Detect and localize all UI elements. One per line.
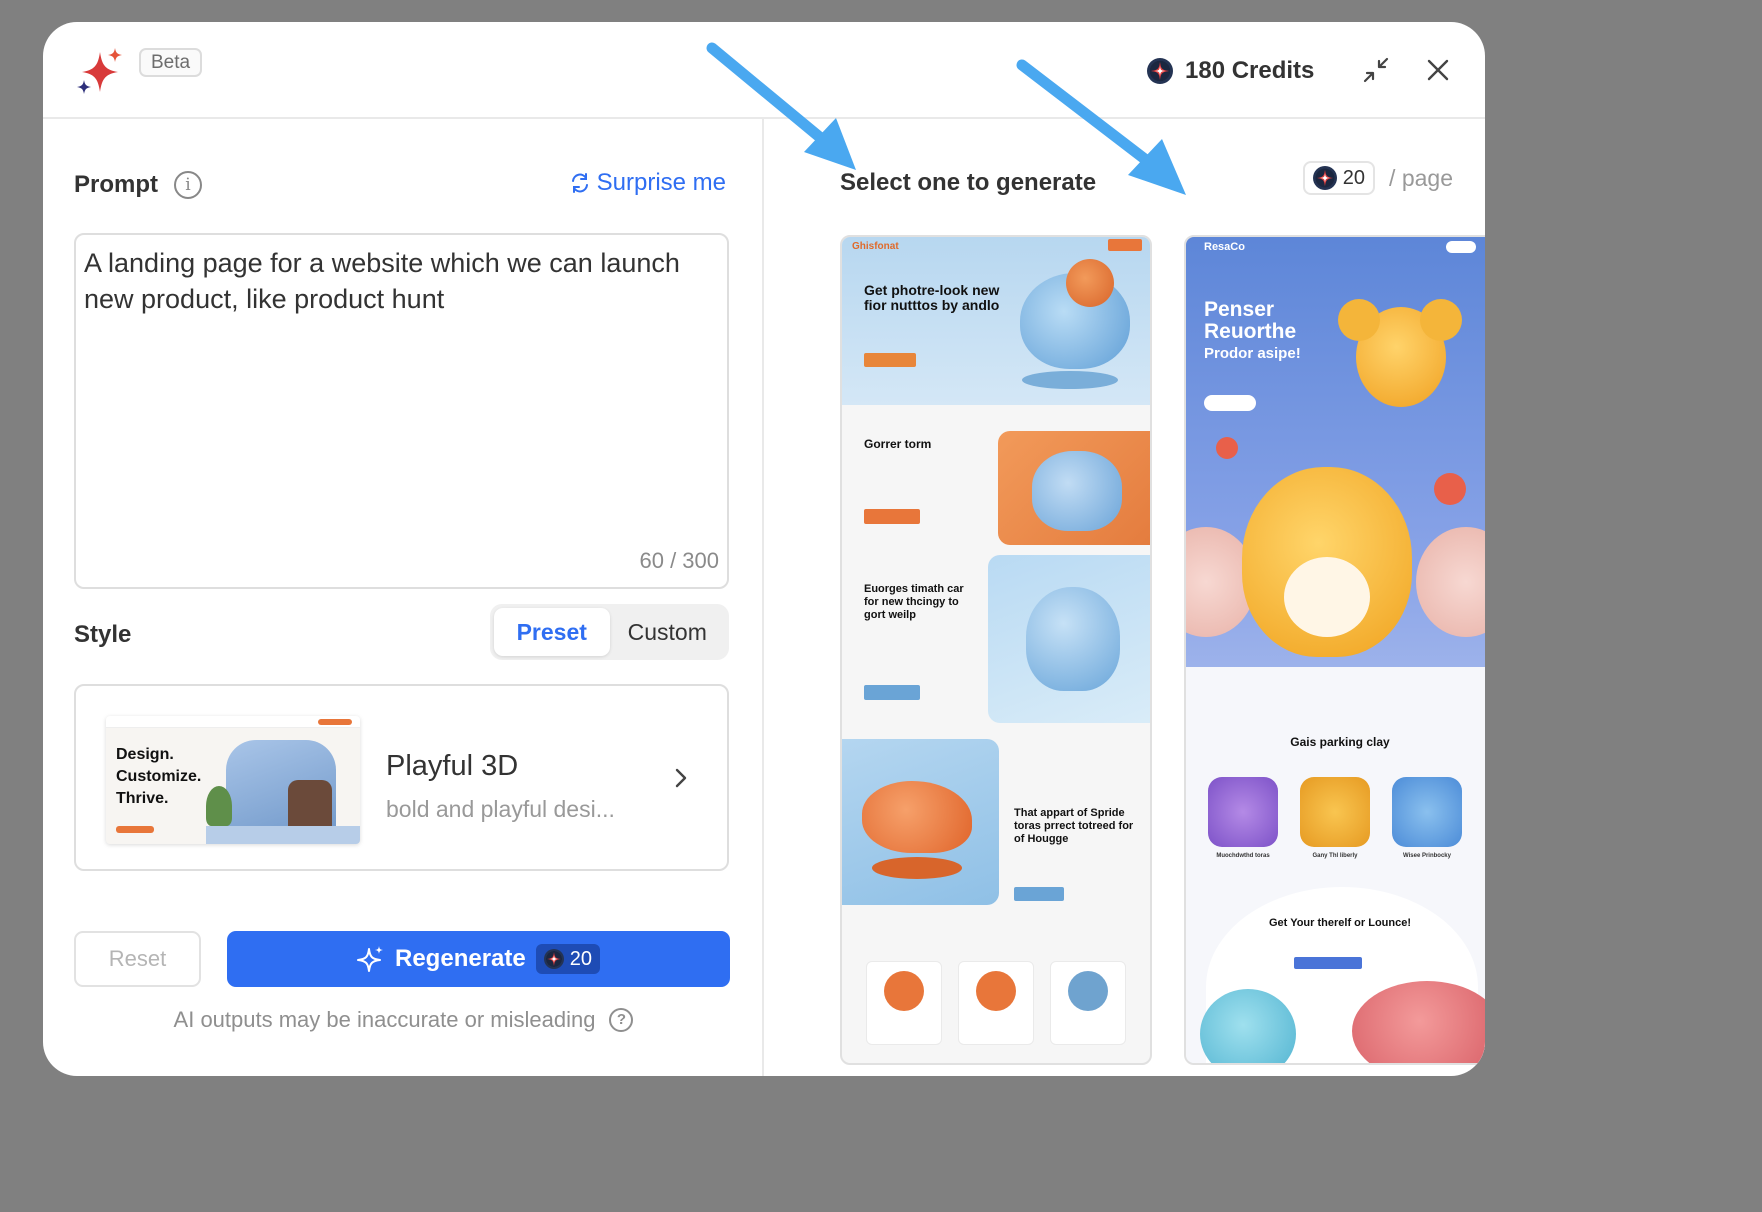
per-page-label: / page [1389,164,1453,191]
sparkle-icon [357,946,383,972]
credits-display[interactable]: 180 Credits [1147,53,1314,89]
style-preset-card[interactable]: Design. Customize. Thrive. Playful 3D bo… [74,684,729,871]
style-preset-thumbnail: Design. Customize. Thrive. [106,716,360,844]
preview-option-1[interactable]: Ghisfonat Get photre-look new fior nuttt… [840,235,1152,1065]
preview-1-section-3: That appart of Spride toras prrect totre… [1014,807,1134,845]
preview-2-hero-subtitle: Prodor asipe! [1204,345,1301,362]
dialog-header: Beta 180 Credits [43,22,1485,119]
close-icon[interactable] [1423,55,1453,85]
prompt-label: Prompt [74,171,158,198]
tab-preset[interactable]: Preset [494,608,610,656]
preview-1-hero: Ghisfonat Get photre-look new fior nuttt… [842,237,1150,405]
credits-label: 180 Credits [1185,57,1315,84]
preview-1-section-2: Euorges timath car for new thcingy to go… [864,583,964,621]
preview-1-hero-title: Get photre-look new fior nutttos by andl… [864,282,1000,313]
regenerate-label: Regenerate [395,945,526,972]
surprise-me-button[interactable]: Surprise me [569,169,726,197]
prompt-textarea[interactable]: A landing page for a website which we ca… [74,233,729,589]
collapse-icon[interactable] [1361,55,1391,85]
preview-1-section-1: Gorrer torm [864,437,932,451]
help-icon[interactable]: ? [609,1008,634,1032]
preview-1-brand: Ghisfonat [852,241,899,252]
info-icon[interactable]: i [174,171,202,199]
cost-pill: 20 [1302,161,1376,195]
refresh-icon [571,173,588,193]
ai-disclaimer: AI outputs may be inaccurate or misleadi… [43,1007,764,1033]
preview-2-card-1: Muochdwthd toras [1216,853,1270,859]
tab-custom[interactable]: Custom [610,608,726,656]
character-counter: 60 / 300 [639,548,719,573]
preview-option-2[interactable]: ResaCo Penser Reuorthe Prodor asipe! Gai… [1184,235,1485,1065]
surprise-me-label: Surprise me [596,169,726,196]
style-mode-toggle: Preset Custom [490,604,729,660]
preview-2-cta-title: Get Your therelf or Lounce! [1269,917,1411,929]
regenerate-cost-badge: 20 [535,944,600,974]
preview-2-hero-title: Penser Reuorthe [1204,298,1297,343]
preview-2-section-title: Gais parking clay [1290,735,1390,749]
regenerate-button[interactable]: Regenerate 20 [227,931,730,987]
prompt-text: A landing page for a website which we ca… [84,248,680,314]
thumbnail-headline: Design. Customize. Thrive. [116,746,202,807]
preview-2-brand: ResaCo [1204,241,1245,253]
sparkle-logo-icon [77,48,122,94]
cost-per-page: 20 / page [1302,161,1453,195]
results-title: Select one to generate [840,169,1097,196]
preview-2-card-3: Wisee Prinbocky [1403,853,1451,859]
generate-dialog: Beta 180 Credits Prompt i Surprise me A … [43,22,1485,1076]
credit-coin-icon [1312,166,1337,190]
credit-coin-icon [1147,58,1173,84]
beta-badge: Beta [139,48,203,77]
style-preset-description: bold and playful desi... [386,796,615,822]
prompt-panel: Prompt i Surprise me A landing page for … [43,119,764,1076]
credit-coin-icon [543,949,564,969]
style-label: Style [74,621,132,648]
reset-button[interactable]: Reset [74,931,201,987]
style-preset-name: Playful 3D [386,750,519,782]
chevron-right-icon [675,768,687,788]
results-panel: Select one to generate 20 / page Ghisfon… [764,119,1485,1076]
preview-2-card-2: Gany Thl liberly [1312,853,1358,859]
